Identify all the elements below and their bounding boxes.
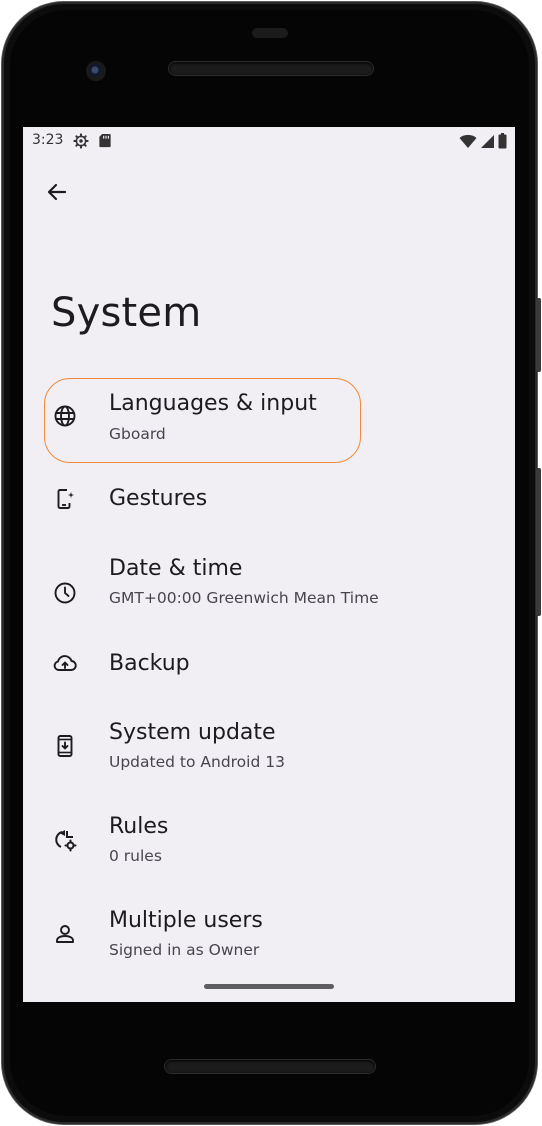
back-button[interactable] <box>41 176 73 208</box>
setting-title: Date & time <box>109 556 243 581</box>
settings-gear-icon <box>73 133 89 149</box>
status-bar: 3:23 <box>23 127 515 155</box>
setting-title: Gestures <box>109 486 208 511</box>
system-update-icon <box>51 732 79 760</box>
globe-icon <box>51 402 79 430</box>
setting-languages-input[interactable]: Languages & input Gboard <box>23 375 515 463</box>
rules-icon <box>51 826 79 854</box>
person-icon <box>51 920 79 948</box>
battery-icon <box>498 133 507 149</box>
setting-date-time[interactable]: Date & time GMT+00:00 Greenwich Mean Tim… <box>23 555 515 643</box>
setting-title: Languages & input <box>109 391 317 416</box>
setting-subtitle: Signed in as Owner <box>109 941 260 959</box>
sensor-slot <box>252 28 288 38</box>
cloud-upload-icon <box>51 650 79 678</box>
setting-backup[interactable]: Backup <box>23 632 515 720</box>
status-time: 3:23 <box>32 132 64 148</box>
front-camera <box>86 61 106 81</box>
setting-subtitle: GMT+00:00 Greenwich Mean Time <box>109 589 379 607</box>
setting-subtitle: Gboard <box>109 425 166 443</box>
volume-rocker <box>536 468 541 616</box>
power-button <box>536 298 541 372</box>
gestures-phone-icon <box>51 485 79 513</box>
setting-title: Rules <box>109 814 169 839</box>
arrow-back-icon <box>47 183 67 201</box>
setting-gestures[interactable]: Gestures <box>23 465 515 553</box>
gesture-nav-handle[interactable] <box>204 984 334 989</box>
setting-subtitle: 0 rules <box>109 847 162 865</box>
earpiece-speaker <box>169 62 373 75</box>
setting-system-update[interactable]: System update Updated to Android 13 <box>23 720 515 808</box>
sd-card-icon <box>99 133 111 148</box>
wifi-icon <box>459 134 477 148</box>
status-right-icons <box>459 133 507 149</box>
bottom-speaker <box>165 1060 375 1073</box>
setting-title: Backup <box>109 651 190 676</box>
cell-signal-icon <box>481 134 494 148</box>
setting-rules[interactable]: Rules 0 rules <box>23 814 515 902</box>
screen: 3:23 System Languages & input Gboard Ges… <box>23 127 515 1002</box>
setting-title: Multiple users <box>109 908 263 933</box>
setting-subtitle: Updated to Android 13 <box>109 753 285 771</box>
clock-icon <box>51 579 79 607</box>
setting-multiple-users[interactable]: Multiple users Signed in as Owner <box>23 908 515 996</box>
setting-title: System update <box>109 720 276 745</box>
page-title: System <box>51 290 202 336</box>
